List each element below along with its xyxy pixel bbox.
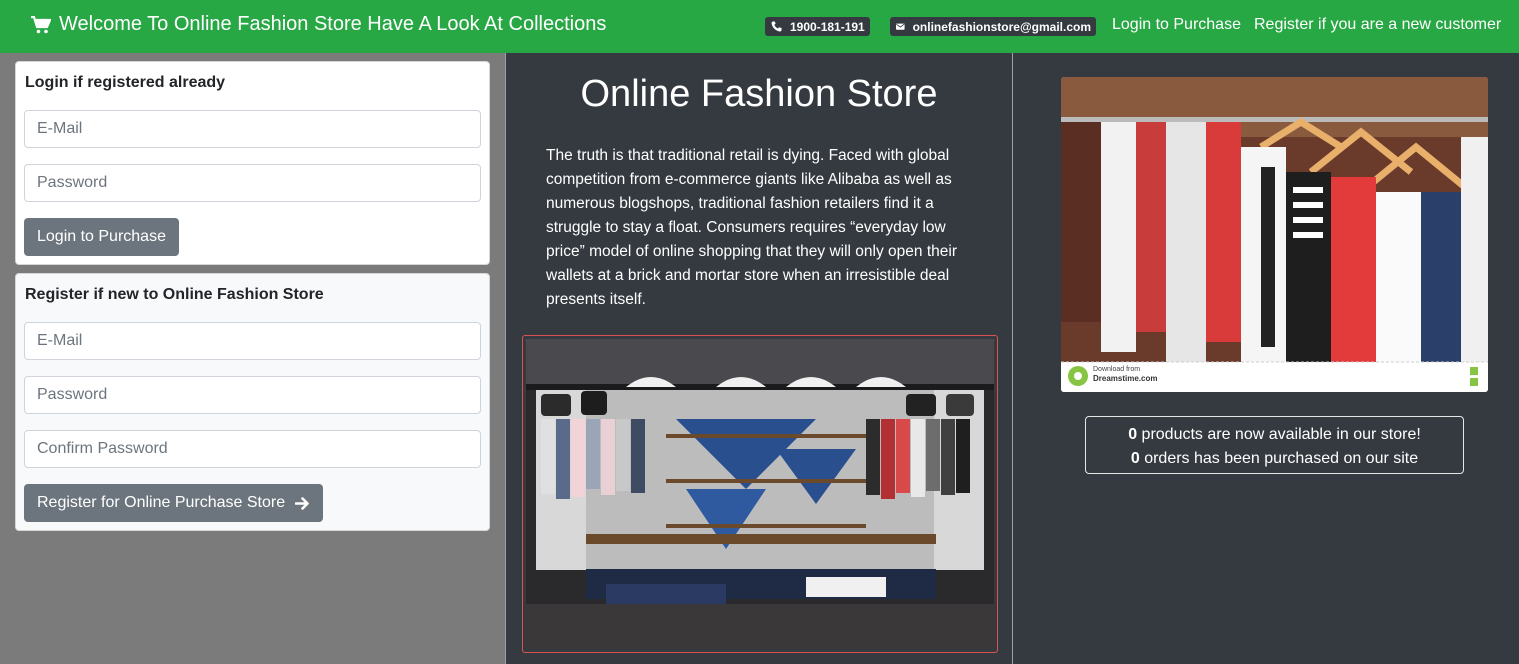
- orders-count: 0: [1130, 450, 1140, 467]
- login-email-input[interactable]: [24, 110, 481, 148]
- login-card-title: Login if registered already: [25, 74, 226, 91]
- login-card: Login if registered already Login to Pur…: [15, 61, 490, 265]
- clothing-rack-illustration: Download from Dreamstime.com: [1061, 77, 1488, 392]
- phone-badge: 1900-181-191: [765, 17, 870, 36]
- nav-login-link[interactable]: Login to Purchase: [1112, 16, 1241, 34]
- login-button[interactable]: Login to Purchase: [24, 218, 179, 256]
- phone-number: 1900-181-191: [790, 19, 865, 34]
- products-count: 0: [1128, 426, 1138, 443]
- right-panel: Download from Dreamstime.com 0 products …: [1013, 53, 1519, 664]
- shopping-cart-icon: [31, 15, 51, 33]
- products-text: products are now available in our store!: [1137, 426, 1421, 443]
- orders-stat: 0 orders has been purchased on our site: [1086, 447, 1463, 471]
- main-panel: Online Fashion Store The truth is that t…: [505, 53, 1013, 664]
- nav-register-link[interactable]: Register if you are a new customer: [1254, 16, 1501, 34]
- login-button-label: Login to Purchase: [37, 228, 166, 245]
- register-password-input[interactable]: [24, 376, 481, 414]
- store-interior-image: [522, 335, 998, 653]
- intro-paragraph: The truth is that traditional retail is …: [546, 147, 957, 308]
- page-title: Online Fashion Store: [580, 73, 938, 115]
- envelope-icon: [896, 23, 905, 30]
- email-address: onlinefashionstore@gmail.com: [912, 19, 1091, 34]
- register-confirm-password-input[interactable]: [24, 430, 481, 468]
- brand-link[interactable]: Welcome To Online Fashion Store Have A L…: [31, 13, 606, 36]
- top-navbar: Welcome To Online Fashion Store Have A L…: [0, 0, 1519, 53]
- watermark-line2: Dreamstime.com: [1093, 374, 1157, 383]
- register-card: Register if new to Online Fashion Store …: [15, 273, 490, 531]
- store-interior-illustration: [526, 339, 994, 649]
- register-card-title: Register if new to Online Fashion Store: [25, 286, 324, 303]
- clothing-rack-image: Download from Dreamstime.com: [1061, 77, 1488, 392]
- register-email-input[interactable]: [24, 322, 481, 360]
- products-stat: 0 products are now available in our stor…: [1086, 423, 1463, 447]
- arrow-right-icon: [295, 496, 309, 510]
- register-button[interactable]: Register for Online Purchase Store: [24, 484, 324, 522]
- orders-text: orders has been purchased on our site: [1139, 450, 1419, 467]
- phone-icon: [771, 21, 782, 32]
- watermark-line1: Download from: [1093, 366, 1140, 373]
- store-stats-box: 0 products are now available in our stor…: [1085, 416, 1464, 474]
- brand-text: Welcome To Online Fashion Store Have A L…: [59, 13, 607, 35]
- register-button-label: Register for Online Purchase Store: [37, 494, 286, 511]
- email-badge: onlinefashionstore@gmail.com: [890, 17, 1096, 36]
- login-password-input[interactable]: [24, 164, 481, 202]
